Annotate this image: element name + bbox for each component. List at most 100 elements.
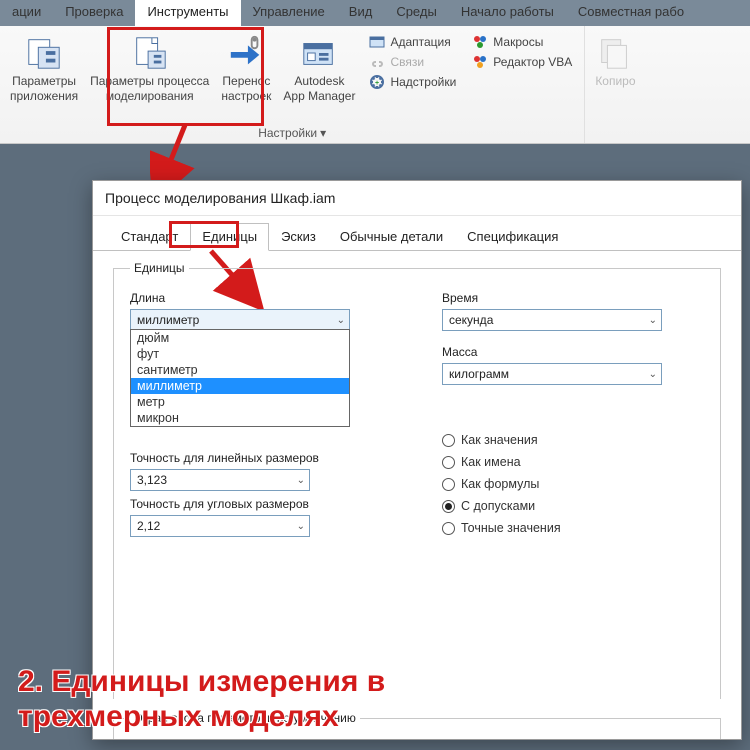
length-label: Длина bbox=[130, 291, 392, 305]
tab-cut[interactable]: ации bbox=[0, 0, 53, 26]
chevron-down-icon: ⌄ bbox=[297, 475, 305, 486]
time-label: Время bbox=[442, 291, 704, 305]
radio-exact[interactable]: Точные значения bbox=[442, 521, 704, 535]
radio-icon bbox=[442, 500, 455, 513]
dialog-title: Процесс моделирования Шкаф.iam bbox=[93, 181, 741, 216]
radio-icon bbox=[442, 522, 455, 535]
adapt-button[interactable]: Адаптация bbox=[363, 32, 462, 52]
process-params-l1: Параметры процесса bbox=[90, 74, 209, 89]
length-option[interactable]: миллиметр bbox=[131, 378, 349, 394]
app-params-l2: приложения bbox=[10, 89, 78, 104]
adapt-label: Адаптация bbox=[390, 35, 450, 49]
links-button[interactable]: Связи bbox=[363, 52, 462, 72]
group-label[interactable]: Настройки ▾ bbox=[258, 124, 326, 143]
macros-icon bbox=[472, 34, 488, 50]
copy-label: Копиро bbox=[595, 74, 635, 89]
radio-values[interactable]: Как значения bbox=[442, 433, 704, 447]
lin-prec-label: Точность для линейных размеров bbox=[130, 451, 392, 465]
migrate-l2: настроек bbox=[221, 89, 271, 104]
radio-icon bbox=[442, 434, 455, 447]
mass-combo[interactable]: килограмм ⌄ bbox=[442, 363, 662, 385]
tab-view[interactable]: Вид bbox=[337, 0, 385, 26]
app-params-button[interactable]: Параметры приложения bbox=[4, 30, 84, 108]
ang-prec-combo[interactable]: 2,12 ⌄ bbox=[130, 515, 310, 537]
tab-env[interactable]: Среды bbox=[384, 0, 449, 26]
dlg-tab-spec[interactable]: Спецификация bbox=[455, 223, 570, 251]
length-option[interactable]: дюйм bbox=[131, 330, 349, 346]
copy-button[interactable]: Копиро bbox=[589, 30, 641, 93]
migrate-button[interactable]: Перенос настроек bbox=[215, 30, 277, 108]
radio-names[interactable]: Как имена bbox=[442, 455, 704, 469]
app-params-icon bbox=[25, 34, 63, 72]
adapt-icon bbox=[369, 34, 385, 50]
lin-prec-value: 3,123 bbox=[137, 473, 167, 487]
process-modeling-dialog: Процесс моделирования Шкаф.iam Стандарт … bbox=[92, 180, 742, 740]
tab-manage[interactable]: Управление bbox=[241, 0, 337, 26]
radio-formulas[interactable]: Как формулы bbox=[442, 477, 704, 491]
process-params-l2: моделирования bbox=[106, 89, 194, 104]
ang-prec-value: 2,12 bbox=[137, 519, 160, 533]
dlg-tab-sketch[interactable]: Эскиз bbox=[269, 223, 328, 251]
length-option[interactable]: сантиметр bbox=[131, 362, 349, 378]
radio-icon bbox=[442, 478, 455, 491]
svg-text:+: + bbox=[375, 80, 379, 87]
caption-l1: 2. Единицы измерения в bbox=[18, 665, 385, 700]
addins-icon: + bbox=[369, 74, 385, 90]
length-option[interactable]: фут bbox=[131, 346, 349, 362]
links-label: Связи bbox=[390, 55, 424, 69]
appmgr-l1: Autodesk bbox=[294, 74, 344, 89]
appmgr-l2: App Manager bbox=[283, 89, 355, 104]
vba-label: Редактор VBA bbox=[493, 55, 572, 69]
macros-label: Макросы bbox=[493, 35, 543, 49]
vba-icon bbox=[472, 54, 488, 70]
addins-button[interactable]: + Надстройки bbox=[363, 72, 462, 92]
caption: 2. Единицы измерения в трехмерных моделя… bbox=[18, 665, 385, 734]
links-icon bbox=[369, 54, 385, 70]
dlg-tab-standard[interactable]: Стандарт bbox=[109, 223, 190, 251]
group-label-text: Настройки bbox=[258, 126, 317, 140]
appmgr-button[interactable]: Autodesk App Manager bbox=[277, 30, 361, 108]
length-dropdown[interactable]: дюймфутсантиметрмиллиметрметрмикрон bbox=[130, 329, 350, 427]
chevron-down-icon: ⌄ bbox=[649, 369, 657, 380]
length-option[interactable]: микрон bbox=[131, 410, 349, 426]
units-fieldset: Единицы Длина миллиметр ⌄ дюймфутсантиме… bbox=[113, 261, 721, 699]
tab-tools[interactable]: Инструменты bbox=[135, 0, 240, 26]
length-combo[interactable]: миллиметр ⌄ bbox=[130, 309, 350, 331]
radio-label: Как формулы bbox=[461, 477, 539, 491]
dlg-tab-custom[interactable]: Обычные детали bbox=[328, 223, 455, 251]
length-option[interactable]: метр bbox=[131, 394, 349, 410]
process-params-button[interactable]: Параметры процесса моделирования bbox=[84, 30, 215, 108]
radio-label: Как имена bbox=[461, 455, 521, 469]
length-value: миллиметр bbox=[137, 313, 199, 327]
time-value: секунда bbox=[449, 313, 493, 327]
radio-label: Точные значения bbox=[461, 521, 561, 535]
copy-icon bbox=[596, 34, 634, 72]
menu-tabs: ации Проверка Инструменты Управление Вид… bbox=[0, 0, 750, 26]
radio-icon bbox=[442, 456, 455, 469]
migrate-icon bbox=[227, 34, 265, 72]
units-legend: Единицы bbox=[130, 261, 189, 275]
tab-collab[interactable]: Совместная рабо bbox=[566, 0, 696, 26]
tab-check[interactable]: Проверка bbox=[53, 0, 135, 26]
macros-button[interactable]: Макросы bbox=[466, 32, 578, 52]
process-params-icon bbox=[131, 34, 169, 72]
app-params-l1: Параметры bbox=[12, 74, 76, 89]
radio-label: Как значения bbox=[461, 433, 538, 447]
addins-label: Надстройки bbox=[390, 75, 456, 89]
dlg-tab-units[interactable]: Единицы bbox=[190, 223, 269, 251]
radio-tolerances[interactable]: С допусками bbox=[442, 499, 704, 513]
chevron-down-icon: ▾ bbox=[320, 126, 326, 140]
lin-prec-combo[interactable]: 3,123 ⌄ bbox=[130, 469, 310, 491]
chevron-down-icon: ⌄ bbox=[649, 315, 657, 326]
ribbon: Параметры приложения Параметры процесса … bbox=[0, 26, 750, 144]
ang-prec-label: Точность для угловых размеров bbox=[130, 497, 392, 511]
vba-button[interactable]: Редактор VBA bbox=[466, 52, 578, 72]
mass-value: килограмм bbox=[449, 367, 509, 381]
tab-start[interactable]: Начало работы bbox=[449, 0, 566, 26]
caption-l2: трехмерных моделях bbox=[18, 700, 385, 735]
time-combo[interactable]: секунда ⌄ bbox=[442, 309, 662, 331]
appmgr-icon bbox=[300, 34, 338, 72]
chevron-down-icon: ⌄ bbox=[297, 521, 305, 532]
chevron-down-icon: ⌄ bbox=[337, 315, 345, 326]
mass-label: Масса bbox=[442, 345, 704, 359]
